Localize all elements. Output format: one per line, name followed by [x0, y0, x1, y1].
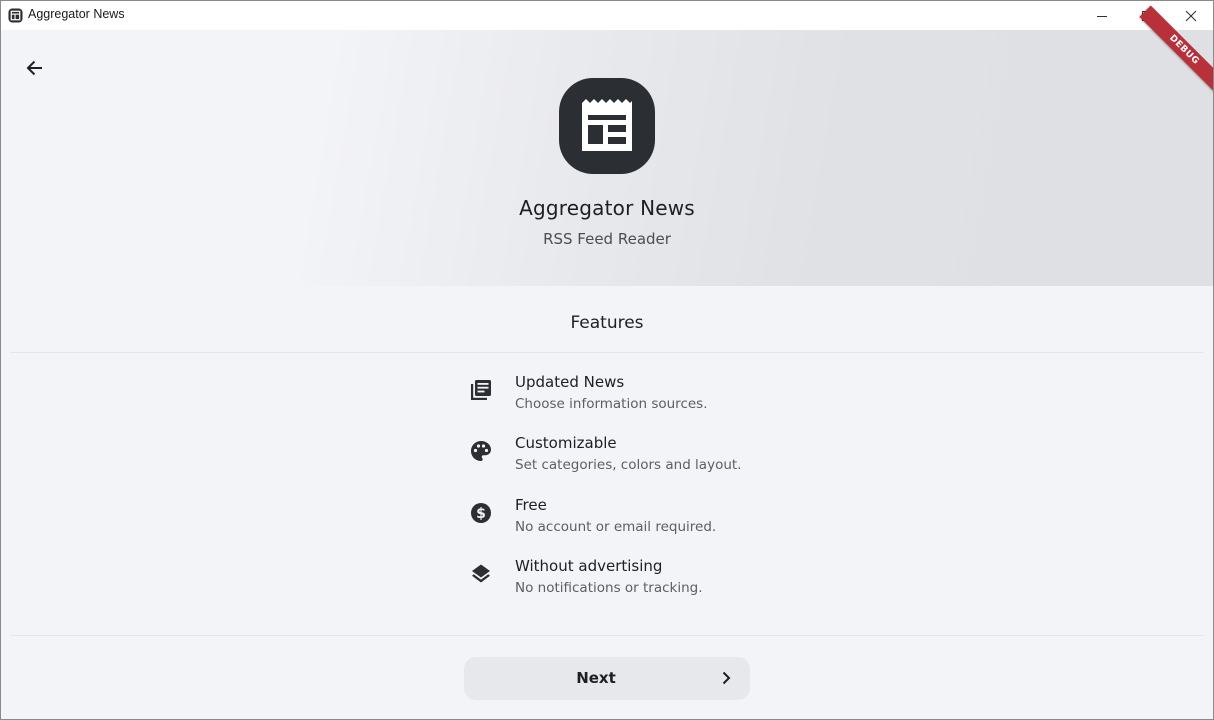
- feature-item: Without advertising No notifications or …: [467, 556, 827, 617]
- minimize-button[interactable]: [1079, 1, 1124, 30]
- close-button[interactable]: [1168, 1, 1213, 30]
- chevron-right-icon: [722, 671, 731, 685]
- window-title: Aggregator News: [28, 7, 125, 21]
- app-window: Aggregator News Aggregator News RSS Feed…: [0, 0, 1214, 720]
- divider: [11, 635, 1203, 636]
- dollar-circle-icon: $: [471, 502, 491, 523]
- content-area: Aggregator News RSS Feed Reader DEBUG Fe…: [1, 5, 1213, 719]
- hero-header: Aggregator News RSS Feed Reader DEBUG: [1, 5, 1213, 286]
- divider: [11, 352, 1203, 353]
- app-name: Aggregator News: [519, 196, 695, 220]
- app-logo: [559, 78, 655, 174]
- feature-item: Customizable Set categories, colors and …: [467, 433, 827, 494]
- feature-item: Updated News Choose information sources.: [467, 372, 827, 433]
- news-list-icon: [471, 380, 491, 400]
- features-heading: Features: [570, 313, 644, 333]
- newspaper-icon: [8, 8, 23, 23]
- arrow-back-icon: [26, 60, 42, 76]
- feature-title: Without advertising: [515, 556, 663, 575]
- feature-description: No account or email required.: [515, 518, 717, 535]
- feature-description: No notifications or tracking.: [515, 579, 703, 596]
- feature-title: Customizable: [515, 434, 617, 453]
- back-button[interactable]: [17, 52, 53, 84]
- svg-text:$: $: [476, 505, 486, 521]
- minimize-icon: [1096, 15, 1107, 17]
- palette-icon: [471, 441, 491, 462]
- layers-icon: [472, 564, 490, 583]
- newspaper-icon: [582, 99, 632, 151]
- close-icon: [1185, 10, 1196, 21]
- feature-title: Updated News: [515, 373, 625, 391]
- feature-list: Updated News Choose information sources.…: [467, 372, 827, 617]
- feature-title: Free: [515, 495, 547, 514]
- feature-description: Set categories, colors and layout.: [515, 457, 742, 474]
- title-bar: Aggregator News: [1, 1, 1213, 30]
- feature-description: Choose information sources.: [515, 396, 708, 412]
- feature-item: $ Free No account or email required.: [467, 495, 827, 556]
- app-subtitle: RSS Feed Reader: [543, 230, 671, 248]
- next-button[interactable]: Next: [464, 657, 750, 700]
- next-button-label: Next: [576, 669, 616, 687]
